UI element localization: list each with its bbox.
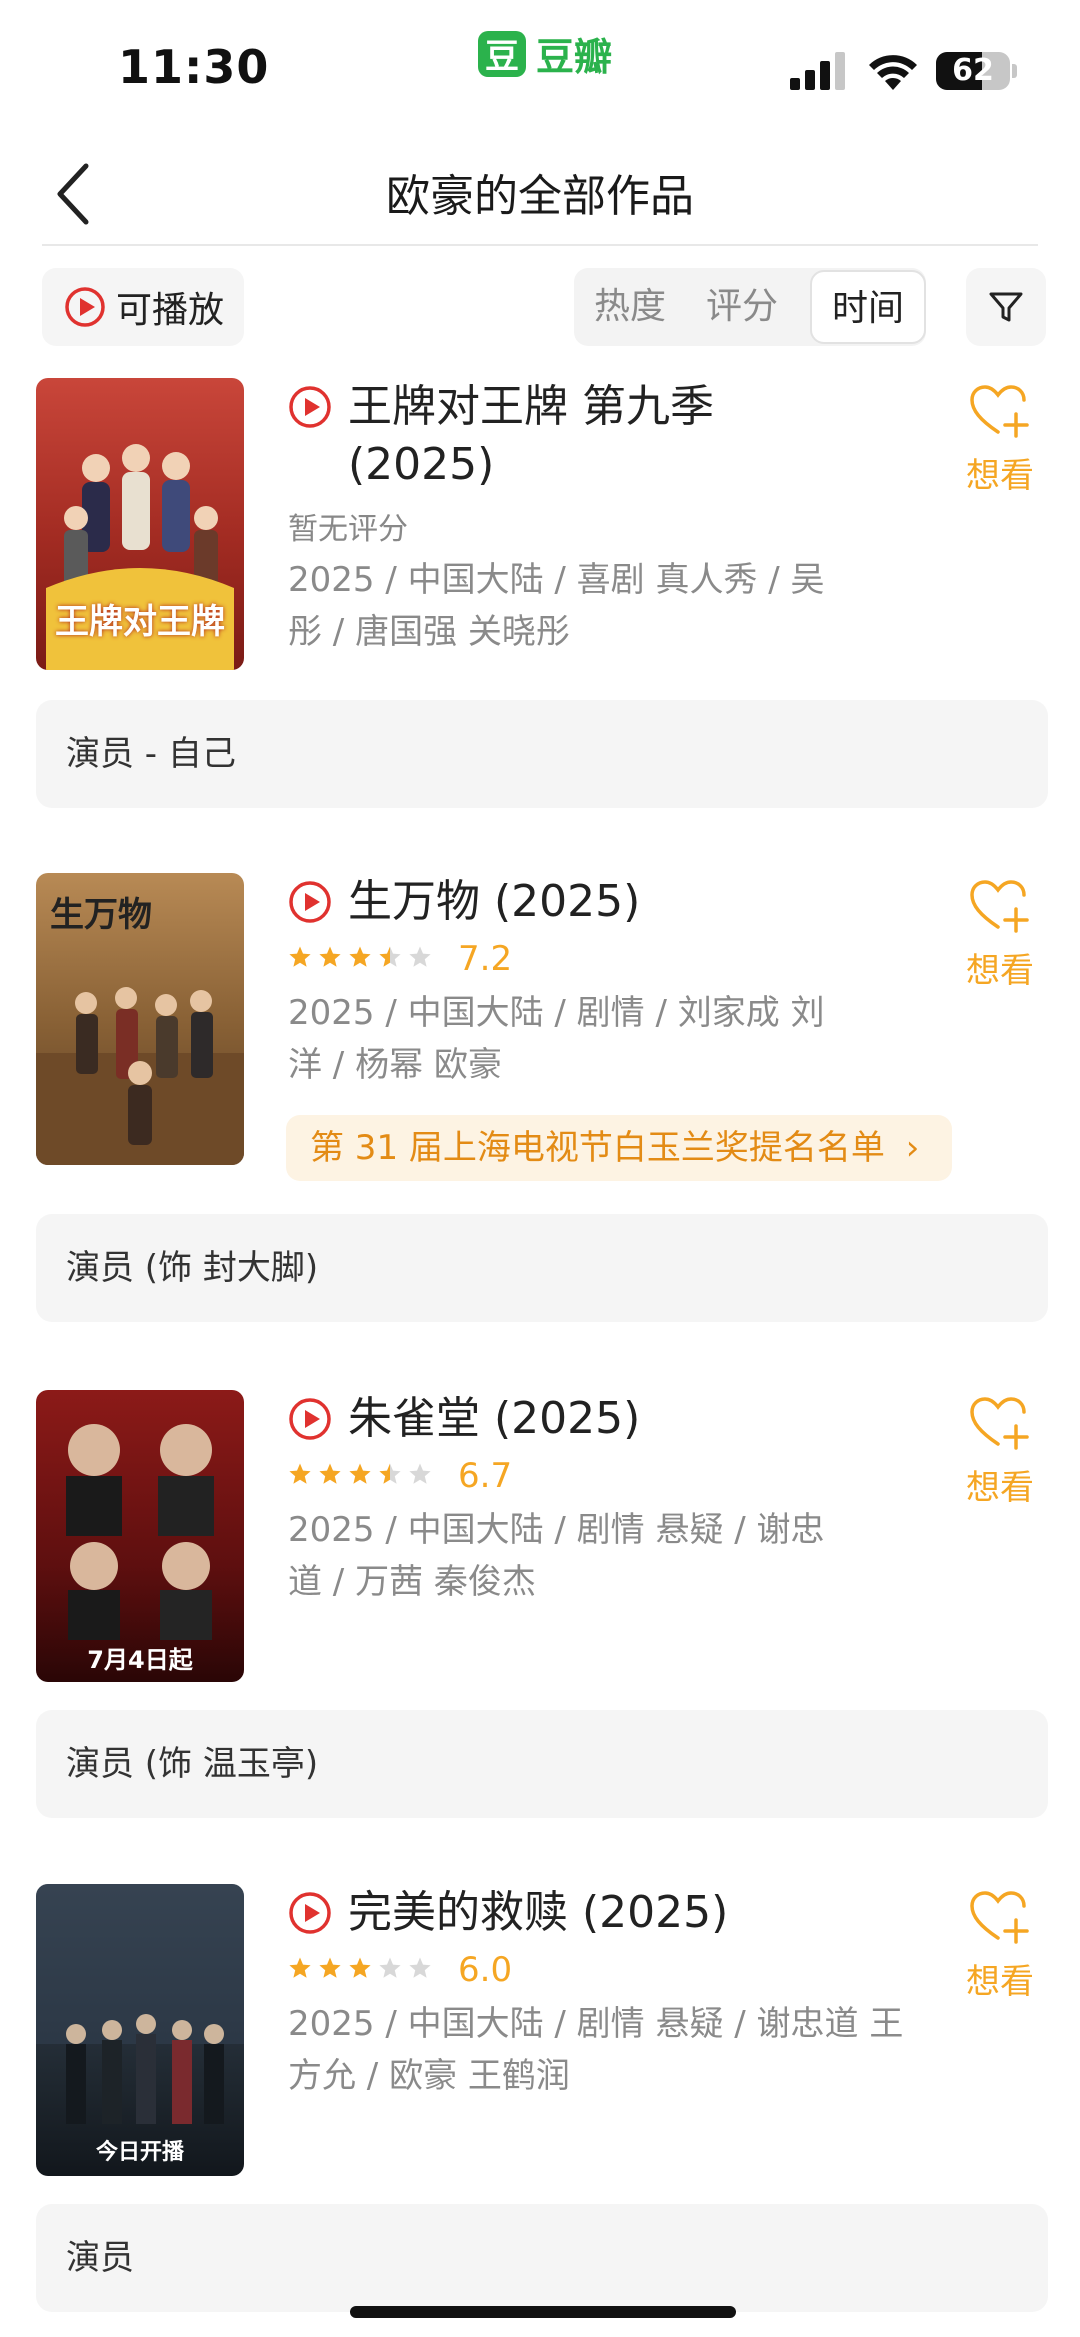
battery-percent: 62 [952,53,994,88]
sort-tab-popularity[interactable]: 热度 [574,268,686,346]
title-row: 生万物 (2025) [288,873,828,931]
sort-tab-rating[interactable]: 评分 [686,268,798,346]
play-circle-icon[interactable] [288,385,332,429]
battery-icon: 62 [936,52,1010,90]
item-title[interactable]: 生万物 (2025) [348,873,828,931]
star-icon [319,946,341,967]
star-icon [379,946,401,967]
star-icon [409,946,431,967]
battery-tip [1012,64,1017,78]
star-icon [409,1463,431,1484]
douban-logo-icon: 豆 [478,30,526,77]
poster-title: 生万物 [50,895,152,935]
nav-divider [42,244,1038,246]
star-icon [289,946,311,967]
heart-plus-icon [970,880,1029,933]
star-icon [319,1463,341,1484]
want-to-watch-label: 想看 [966,456,1034,496]
poster-image[interactable]: 7月4日起 [36,1390,244,1682]
want-to-watch-label: 想看 [966,951,1034,991]
want-to-watch-button[interactable]: 想看 [962,1890,1038,2003]
rating-score: 7.2 [458,939,513,979]
want-to-watch-button[interactable]: 想看 [962,879,1038,992]
want-to-watch-button[interactable]: 想看 [962,1396,1038,1509]
star-icon [379,1957,401,1978]
award-banner[interactable]: 第 31 届上海电视节白玉兰奖提名名单 › [286,1115,952,1181]
heart-plus-icon [970,385,1029,438]
playable-filter-button[interactable]: 可播放 [42,268,244,346]
want-to-watch-label: 想看 [966,1962,1034,2002]
poster-image[interactable]: 王牌对王牌 [36,378,244,670]
title-row: 朱雀堂 (2025) [288,1390,828,1448]
chevron-right-icon: › [905,1128,920,1168]
funnel-filter-icon [989,292,1023,322]
star-icon [349,1463,371,1484]
item-title[interactable]: 朱雀堂 (2025) [348,1390,828,1448]
status-bar: 11:30 豆 豆瓣 62 [0,0,1080,120]
poster-illustration [36,1884,244,2124]
role-box: 演员 (饰 封大脚) [36,1214,1048,1322]
star-rating [288,1458,440,1494]
role-box: 演员 - 自己 [36,700,1048,808]
rating-score: 6.7 [458,1456,513,1496]
play-circle-icon[interactable] [288,1397,332,1441]
role-box: 演员 [36,2204,1048,2312]
title-row: 完美的救赎 (2025) [288,1884,828,1942]
item-meta: 2025 / 中国大陆 / 剧情 悬疑 / 谢忠道 王方允 / 欧豪 王鹤润 [288,2004,904,2096]
role-box: 演员 (饰 温玉亭) [36,1710,1048,1818]
poster-caption: 今日开播 [95,2140,184,2165]
star-icon [349,1957,371,1978]
rating-row: 6.0 [288,1950,512,1990]
item-title[interactable]: 完美的救赎 (2025) [348,1884,828,1942]
poster-caption: 7月4日起 [87,1646,193,1674]
sort-tabs: 热度 评分 时间 [574,268,926,346]
playable-filter-label: 可播放 [116,290,225,331]
play-circle-icon[interactable] [288,1891,332,1935]
play-circle-icon[interactable] [288,880,332,924]
heart-plus-icon [970,1891,1029,1944]
item-title[interactable]: 王牌对王牌 第九季 (2025) [348,378,828,494]
no-rating-label: 暂无评分 [288,512,408,547]
poster-illustration [66,1424,214,1640]
want-to-watch-label: 想看 [966,1468,1034,1508]
item-meta: 2025 / 中国大陆 / 喜剧 真人秀 / 吴彤 / 唐国强 关晓彤 [288,560,825,652]
sort-tab-time[interactable]: 时间 [810,270,926,344]
item-meta: 2025 / 中国大陆 / 剧情 悬疑 / 谢忠道 / 万茜 秦俊杰 [288,1510,825,1602]
poster-image[interactable]: 生万物 [36,873,244,1165]
star-rating [288,1952,440,1988]
page-title: 欧豪的全部作品 [386,171,694,222]
app-name: 豆瓣 [536,35,613,79]
status-time: 11:30 [118,40,270,94]
heart-plus-icon [970,1397,1029,1450]
filter-button[interactable] [966,268,1046,346]
star-icon [349,946,371,967]
star-icon [319,1957,341,1978]
home-indicator[interactable] [350,2306,736,2318]
rating-row: 6.7 [288,1456,512,1496]
cellular-signal-icon [790,52,845,90]
want-to-watch-button[interactable]: 想看 [962,384,1038,497]
poster-title: 王牌对王牌 [55,602,225,642]
nav-bar: 欧豪的全部作品 [0,140,1080,244]
item-meta: 2025 / 中国大陆 / 剧情 / 刘家成 刘洋 / 杨幂 欧豪 [288,993,825,1085]
play-circle-icon [65,287,105,327]
star-icon [409,1957,431,1978]
star-icon [289,1957,311,1978]
star-icon [379,1463,401,1484]
poster-image[interactable]: 今日开播 [36,1884,244,2176]
wifi-icon [869,55,917,90]
star-icon [289,1463,311,1484]
title-row: 王牌对王牌 第九季 (2025) [288,378,828,494]
rating-score: 6.0 [458,1950,513,1990]
app-brand: 豆 豆瓣 [478,26,612,81]
rating-row: 7.2 [288,939,512,979]
award-text: 第 31 届上海电视节白玉兰奖提名名单 [310,1128,885,1168]
star-rating [288,941,440,977]
